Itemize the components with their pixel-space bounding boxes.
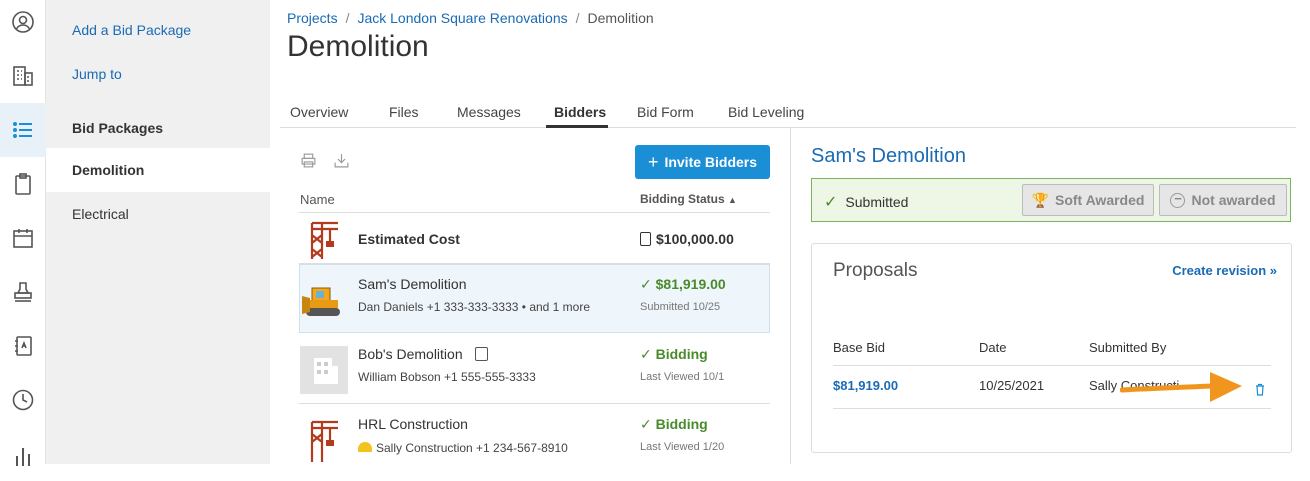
soft-awarded-button[interactable]: 🏆 Soft Awarded (1022, 184, 1154, 216)
sidebar-item-electrical[interactable]: Electrical (72, 206, 129, 222)
certificate-icon (474, 347, 488, 361)
row-contact-text: Sally Construction +1 234-567-8910 (376, 441, 568, 455)
col-submitted-by: Submitted By (1089, 340, 1167, 355)
trash-icon[interactable] (1254, 383, 1266, 396)
crane-icon (310, 420, 338, 462)
tab-bid-form[interactable]: Bid Form (637, 104, 694, 120)
invite-bidders-button[interactable]: + Invite Bidders (635, 145, 770, 179)
tab-messages[interactable]: Messages (457, 104, 521, 120)
active-tab-indicator (546, 125, 608, 128)
row-status: ✓ $81,919.00 (640, 276, 726, 293)
stamp-icon[interactable] (0, 265, 46, 319)
col-status-header[interactable]: Bidding Status ▲ (640, 192, 737, 206)
row-status-text: Bidding (655, 346, 708, 362)
list-icon[interactable] (0, 103, 46, 157)
table-row-selected[interactable] (299, 264, 770, 333)
row-contact: Dan Daniels +1 333-333-3333 • and 1 more (358, 300, 591, 314)
calculator-icon (640, 232, 651, 246)
row-name[interactable]: Bob's Demolition (358, 346, 488, 362)
sidebar-item-demolition[interactable]: Demolition (72, 162, 144, 178)
add-bid-package-link[interactable]: Add a Bid Package (72, 22, 191, 38)
proposals-title: Proposals (833, 260, 918, 281)
page-title: Demolition (287, 30, 429, 63)
bulldozer-icon (302, 287, 340, 316)
row-status-amount: $81,919.00 (655, 276, 726, 292)
tab-overview[interactable]: Overview (290, 104, 348, 120)
breadcrumb-current: Demolition (587, 10, 654, 26)
row-name[interactable]: HRL Construction (358, 416, 468, 432)
check-icon: ✓ (640, 416, 652, 432)
download-icon[interactable] (333, 152, 350, 174)
row-contact: Sally Construction +1 234-567-8910 (358, 441, 568, 455)
notebook-icon[interactable] (0, 319, 46, 373)
not-awarded-label: Not awarded (1191, 192, 1276, 208)
estimated-cost-value: $100,000.00 (640, 231, 734, 247)
row-divider (299, 403, 770, 404)
proposal-base-bid-link[interactable]: $81,919.00 (833, 378, 898, 393)
header-divider (299, 212, 770, 213)
row-name: Estimated Cost (358, 231, 460, 247)
row-status-text: Bidding (655, 416, 708, 432)
print-icon[interactable] (300, 152, 317, 174)
breadcrumb-projects[interactable]: Projects (287, 10, 338, 26)
sidebar-section-header: Bid Packages (72, 120, 164, 136)
trophy-icon: 🏆 (1031, 191, 1049, 208)
soft-awarded-label: Soft Awarded (1054, 192, 1145, 208)
panel-divider (790, 128, 791, 464)
row-substatus: Submitted 10/25 (640, 301, 721, 313)
app-rail (0, 0, 46, 466)
submitted-label: Submitted (845, 194, 909, 210)
tab-files[interactable]: Files (389, 104, 419, 120)
breadcrumb-project[interactable]: Jack London Square Renovations (357, 10, 567, 26)
check-icon: ✓ (640, 346, 652, 362)
estimated-cost-amount: $100,000.00 (656, 231, 734, 247)
sidebar: Add a Bid Package Jump to Bid Packages D… (46, 0, 270, 464)
col-status-label: Bidding Status (640, 192, 725, 206)
jump-to-link[interactable]: Jump to (72, 66, 122, 82)
clipboard-icon[interactable] (0, 157, 46, 211)
sort-asc-icon: ▲ (728, 195, 737, 205)
col-date: Date (979, 340, 1007, 355)
building-icon[interactable] (0, 49, 46, 103)
create-revision-link[interactable]: Create revision » (1172, 263, 1277, 278)
check-icon: ✓ (640, 276, 652, 292)
hardhat-icon (358, 442, 372, 452)
award-status-bar: ✓ Submitted 🏆 Soft Awarded − Not awarded (811, 178, 1291, 222)
col-name-header[interactable]: Name (300, 192, 335, 207)
bar-chart-icon[interactable] (0, 427, 46, 481)
bidder-title: Sam's Demolition (811, 145, 966, 167)
proposals-card: Proposals Create revision » Base Bid Dat… (811, 243, 1292, 453)
crane-icon (310, 221, 338, 259)
building-placeholder-icon (300, 346, 348, 394)
annotation-arrow-icon (1120, 372, 1242, 402)
check-icon: ✓ (824, 194, 838, 211)
tab-bidders[interactable]: Bidders (554, 104, 606, 120)
row-substatus: Last Viewed 10/1 (640, 371, 725, 383)
invite-bidders-label: Invite Bidders (664, 154, 758, 170)
row-substatus: Last Viewed 1/20 (640, 441, 725, 453)
plus-icon: + (647, 151, 659, 172)
row-status: ✓ Bidding (640, 346, 708, 363)
proposal-date: 10/25/2021 (979, 378, 1045, 393)
user-icon[interactable] (0, 0, 46, 49)
tab-bar: Overview Files Messages Bidders Bid Form… (280, 96, 1296, 128)
row-name[interactable]: Sam's Demolition (358, 276, 467, 292)
row-contact: William Bobson +1 555-555-3333 (358, 370, 536, 384)
row-name-text: Bob's Demolition (358, 346, 463, 362)
not-awarded-button[interactable]: − Not awarded (1159, 184, 1287, 216)
row-divider (833, 408, 1271, 409)
minus-circle-icon: − (1170, 192, 1186, 208)
row-status: ✓ Bidding (640, 416, 708, 433)
breadcrumb: Projects / Jack London Square Renovations /… (287, 10, 654, 26)
submitted-status: ✓ Submitted (824, 192, 908, 212)
clock-icon[interactable] (0, 373, 46, 427)
header-divider (833, 365, 1271, 366)
tab-bid-leveling[interactable]: Bid Leveling (728, 104, 804, 120)
col-base-bid: Base Bid (833, 340, 886, 355)
calendar-icon[interactable] (0, 211, 46, 265)
